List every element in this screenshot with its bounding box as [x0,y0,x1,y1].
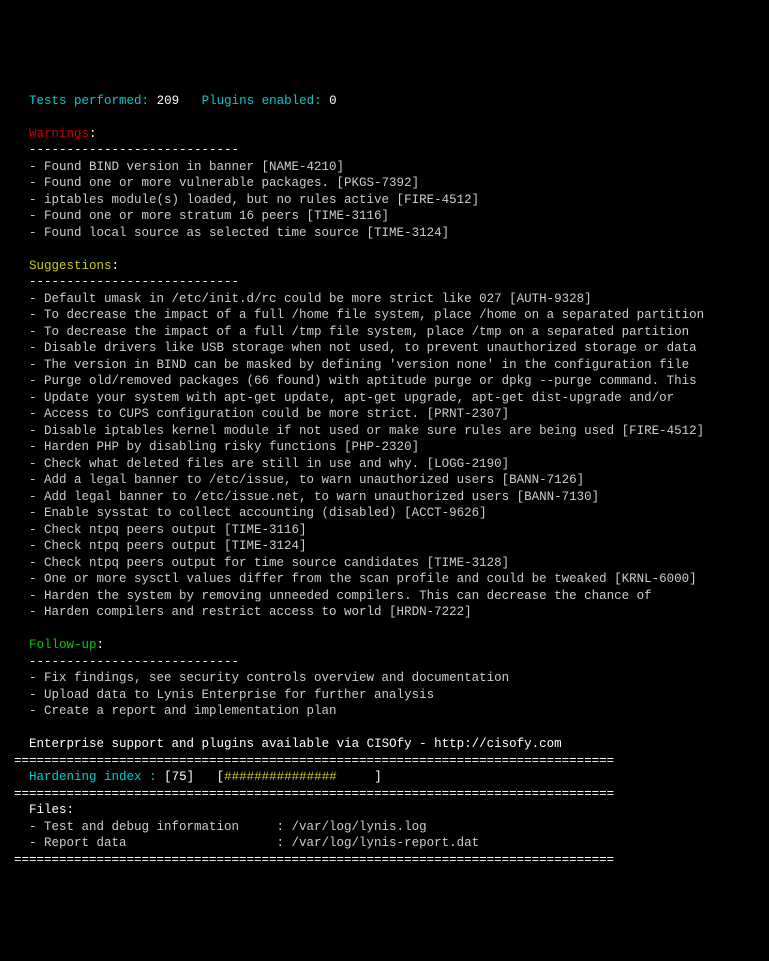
separator-2: ========================================… [14,787,614,801]
warnings-list: - Found BIND version in banner [NAME-421… [14,160,479,240]
tests-label: Tests performed [29,94,142,108]
followup-divider: ---------------------------- [29,655,239,669]
followup-list: - Fix findings, see security controls ov… [14,671,509,718]
plugins-value: 0 [329,94,337,108]
warnings-divider: ---------------------------- [29,143,239,157]
suggestions-list: - Default umask in /etc/init.d/rc could … [14,292,704,620]
tests-value: 209 [157,94,180,108]
files-title: Files [29,803,67,817]
header-line: Tests performed: 209 Plugins enabled: 0 [14,94,337,108]
hardening-label: Hardening index [29,770,142,784]
hardening-bar-empty [337,770,375,784]
hardening-bar-fill: ############### [224,770,337,784]
separator-1: ========================================… [14,754,614,768]
hardening-value: 75 [172,770,187,784]
followup-title: Follow-up [29,638,97,652]
separator-3: ========================================… [14,853,614,867]
files-list: - Test and debug information : /var/log/… [14,820,479,851]
suggestions-divider: ---------------------------- [29,275,239,289]
suggestions-title: Suggestions [29,259,112,273]
plugins-label: Plugins enabled [202,94,315,108]
terminal-output: Tests performed: 209 Plugins enabled: 0 … [14,76,755,868]
warnings-title: Warnings [29,127,89,141]
support-text: Enterprise support and plugins available… [29,737,562,751]
